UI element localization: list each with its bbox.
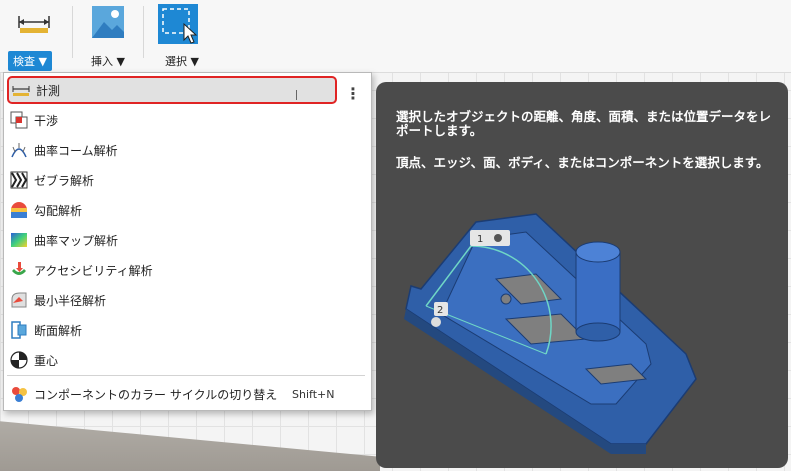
toolbar: 検査 ▼ 挿入 ▼ 選択 ▼ <box>0 0 791 73</box>
more-options-icon[interactable]: ⋮ <box>345 81 361 105</box>
tooltip-instruction: 頂点、エッジ、面、ボディ、またはコンポーネントを選択します。 <box>396 155 769 170</box>
menu-item-label: ゼブラ解析 <box>34 173 95 188</box>
ruler-icon[interactable] <box>16 4 52 40</box>
select-menu-button[interactable]: 選択 ▼ <box>160 51 204 71</box>
text-cursor <box>296 90 297 100</box>
select-cursor-icon[interactable] <box>158 4 198 44</box>
section-icon <box>10 321 28 339</box>
menu-divider <box>7 375 365 376</box>
insert-group[interactable]: 挿入 ▼ <box>78 0 138 72</box>
select-group[interactable]: 選択 ▼ <box>150 0 210 72</box>
measure-icon <box>12 81 30 99</box>
minimum-radius-icon <box>10 291 28 309</box>
inspect-dropdown-menu: 計測 ⋮ 干渉 曲率コーム解析 ゼブラ解析 勾配解析 曲率マップ解析 アクセシビ… <box>3 72 372 411</box>
toolbar-divider <box>143 6 144 58</box>
center-of-mass-icon <box>10 351 28 369</box>
menu-item-accessibility[interactable]: アクセシビリティ解析 <box>7 256 365 284</box>
marker-2-label: 2 <box>437 305 443 316</box>
menu-item-curvature-comb[interactable]: 曲率コーム解析 <box>7 136 365 164</box>
menu-item-label: コンポーネントのカラー サイクルの切り替え <box>34 387 278 402</box>
zebra-icon <box>10 171 28 189</box>
inspect-menu-button[interactable]: 検査 ▼ <box>8 51 52 71</box>
inspect-group[interactable]: 検査 ▼ <box>4 0 70 72</box>
menu-item-section-analysis[interactable]: 断面解析 <box>7 316 365 344</box>
menu-item-center-of-mass[interactable]: 重心 <box>7 346 365 374</box>
menu-item-interference[interactable]: 干渉 <box>7 106 365 134</box>
shortcut-label: Shift+N <box>292 387 335 401</box>
menu-item-measure[interactable]: 計測 <box>7 76 337 104</box>
accessibility-icon <box>10 261 28 279</box>
menu-item-zebra[interactable]: ゼブラ解析 <box>7 166 365 194</box>
menu-item-label: 重心 <box>34 353 59 368</box>
curvature-map-icon <box>10 231 28 249</box>
tooltip-description: 選択したオブジェクトの距離、角度、面積、または位置データをレポートします。 <box>396 109 772 138</box>
menu-item-label: 断面解析 <box>34 323 83 338</box>
color-cycle-icon <box>10 385 28 403</box>
toolbar-divider <box>72 6 73 58</box>
menu-item-label: 曲率マップ解析 <box>34 233 119 248</box>
menu-item-curvature-map[interactable]: 曲率マップ解析 <box>7 226 365 254</box>
image-insert-icon[interactable] <box>90 4 126 40</box>
menu-item-label: 最小半径解析 <box>34 293 107 308</box>
measure-illustration: 1 2 <box>404 213 697 454</box>
menu-item-label: 計測 <box>36 83 61 98</box>
menu-item-minimum-radius[interactable]: 最小半径解析 <box>7 286 365 314</box>
menu-item-label: 曲率コーム解析 <box>34 143 118 158</box>
draft-analysis-icon <box>10 201 28 219</box>
menu-item-label: 干渉 <box>34 113 59 128</box>
menu-item-component-color-cycle[interactable]: コンポーネントのカラー サイクルの切り替え Shift+N <box>7 380 365 408</box>
menu-item-label: アクセシビリティ解析 <box>34 263 153 278</box>
interference-icon <box>10 111 28 129</box>
insert-menu-button[interactable]: 挿入 ▼ <box>86 51 130 71</box>
curvature-comb-icon <box>10 141 28 159</box>
menu-item-draft-analysis[interactable]: 勾配解析 <box>7 196 365 224</box>
measure-tooltip: 選択したオブジェクトの距離、角度、面積、または位置データをレポートします。 頂点… <box>376 82 788 468</box>
menu-item-label: 勾配解析 <box>34 203 83 218</box>
marker-1-label: 1 <box>477 234 483 245</box>
